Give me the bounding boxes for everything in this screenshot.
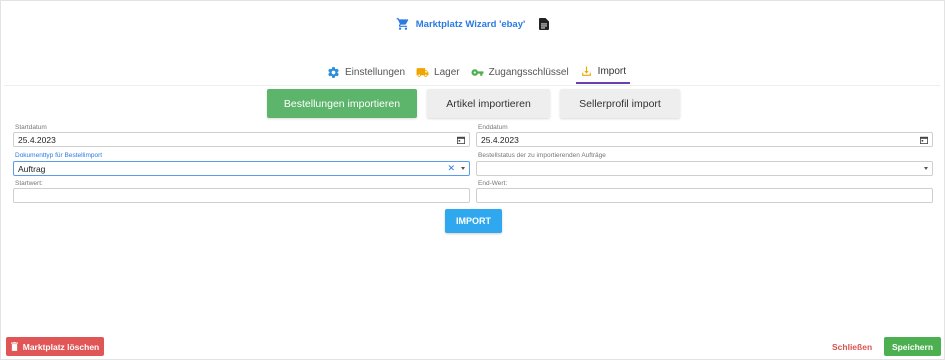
end-date-field[interactable]: 25.4.2023	[476, 132, 933, 147]
truck-icon	[416, 67, 429, 77]
tab-label: Import	[597, 65, 627, 77]
articles-import-button[interactable]: Artikel importieren	[427, 89, 550, 118]
doc-type-label: Dokumenttyp für Bestellimport	[15, 152, 103, 159]
save-button[interactable]: Speichern	[884, 337, 941, 356]
doc-type-value: Auftrag	[18, 163, 46, 174]
tab-label: Lager	[434, 66, 460, 78]
chevron-down-icon[interactable]	[924, 167, 928, 170]
dialog-frame	[0, 0, 945, 360]
tab-label: Zugangsschlüssel	[488, 66, 569, 78]
tab-import[interactable]: Import	[575, 60, 631, 84]
start-value-label: Startwert:	[15, 180, 43, 187]
chevron-down-icon[interactable]	[461, 167, 465, 170]
import-actions: Bestellungen importieren Artikel importi…	[267, 89, 680, 118]
trash-icon	[10, 342, 18, 351]
doc-type-select[interactable]: Auftrag ✕	[13, 161, 470, 176]
end-value-input[interactable]	[476, 188, 933, 203]
tab-bar: Einstellungen Lager Zugangsschlüssel Imp…	[323, 60, 631, 84]
tab-lager[interactable]: Lager	[412, 60, 464, 84]
seller-profile-import-button[interactable]: Sellerprofil import	[560, 89, 680, 118]
start-value-input[interactable]	[13, 188, 470, 203]
import-button[interactable]: IMPORT	[445, 209, 502, 233]
tabs-divider	[4, 85, 940, 86]
end-value-label: End-Wert:	[478, 180, 508, 187]
tab-einstellungen[interactable]: Einstellungen	[323, 60, 409, 84]
end-date-label: Enddatum	[478, 124, 508, 131]
end-date-value: 25.4.2023	[481, 134, 519, 145]
calendar-icon[interactable]	[920, 136, 928, 144]
order-status-select[interactable]	[476, 161, 933, 176]
orders-import-button[interactable]: Bestellungen importieren	[267, 89, 417, 118]
key-icon	[471, 68, 484, 76]
download-icon	[581, 66, 591, 76]
dialog-title: Marktplatz Wizard 'ebay'	[415, 18, 526, 30]
dialog-header: Marktplatz Wizard 'ebay'	[0, 14, 945, 34]
calendar-icon[interactable]	[457, 136, 465, 144]
start-date-field[interactable]: 25.4.2023	[13, 132, 470, 147]
start-date-label: Startdatum	[15, 124, 47, 131]
tab-zugangsschluessel[interactable]: Zugangsschlüssel	[467, 60, 573, 84]
delete-marketplace-button[interactable]: Marktplatz löschen	[6, 337, 104, 356]
clear-icon[interactable]: ✕	[447, 164, 455, 173]
close-button[interactable]: Schließen	[832, 342, 872, 352]
gear-icon	[328, 66, 339, 78]
order-status-label: Bestellstatus der zu importierenden Auft…	[478, 152, 606, 159]
delete-label: Marktplatz löschen	[22, 341, 100, 352]
tab-label: Einstellungen	[345, 66, 406, 78]
document-icon[interactable]	[539, 18, 550, 30]
start-date-value: 25.4.2023	[18, 134, 56, 145]
shopping-cart-icon	[396, 18, 408, 30]
